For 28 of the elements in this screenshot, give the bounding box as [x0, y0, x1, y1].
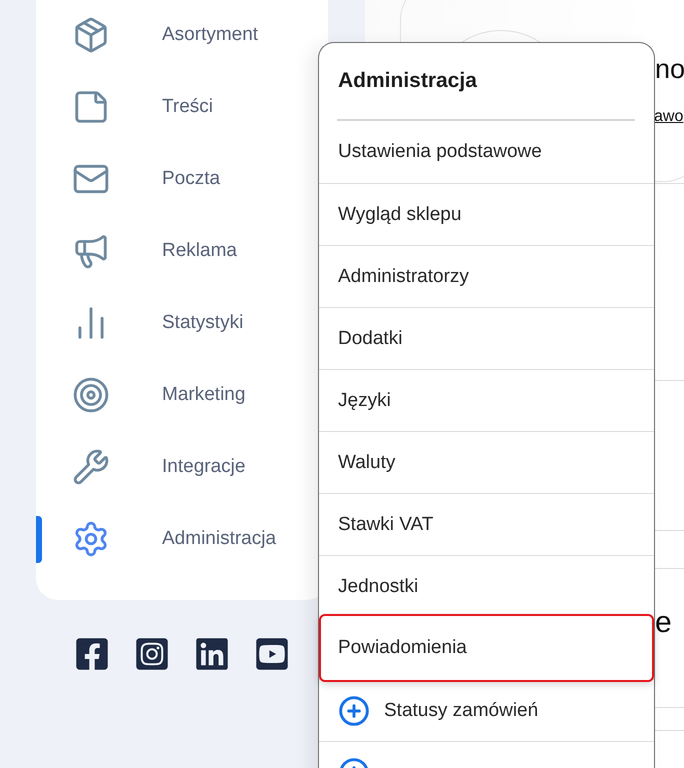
sidebar-label: Reklama	[162, 240, 237, 262]
sidebar-label: Integracje	[162, 456, 246, 478]
add-circle-icon	[338, 694, 370, 726]
sidebar-label: Statystyki	[162, 312, 244, 334]
facebook-icon[interactable]	[74, 636, 110, 672]
sidebar-label: Poczta	[162, 168, 220, 190]
menu-item[interactable]: Waluty	[319, 431, 654, 493]
menu-item[interactable]: Stawki VAT	[319, 493, 654, 555]
menu-item[interactable]: Powiadomienia	[319, 614, 654, 682]
link-text[interactable]: awo	[654, 108, 684, 126]
menu-item[interactable]: Języki	[319, 369, 654, 431]
sidebar-label: Administracja	[162, 528, 276, 550]
menu-title: Administracja	[337, 68, 478, 94]
menu-item[interactable]: Dodatki	[319, 307, 654, 369]
sidebar-label: Asortyment	[162, 24, 258, 46]
instagram-icon[interactable]	[134, 636, 170, 672]
sidebar-label: Marketing	[162, 384, 246, 406]
heading-text: no	[655, 54, 684, 85]
menu-item[interactable]: Statusy zamówień	[319, 679, 654, 741]
heading-text: e	[655, 606, 672, 640]
sidebar-item[interactable]: Asortyment	[36, 0, 328, 71]
sidebar-label: Treści	[162, 96, 214, 118]
wrench-icon	[72, 448, 110, 486]
youtube-icon[interactable]	[254, 636, 290, 672]
target-icon	[72, 376, 110, 414]
menu-item[interactable]: Wygląd sklepu	[319, 183, 654, 245]
menu-item[interactable]: Administratorzy	[319, 245, 654, 307]
linkedin-icon[interactable]	[194, 636, 230, 672]
